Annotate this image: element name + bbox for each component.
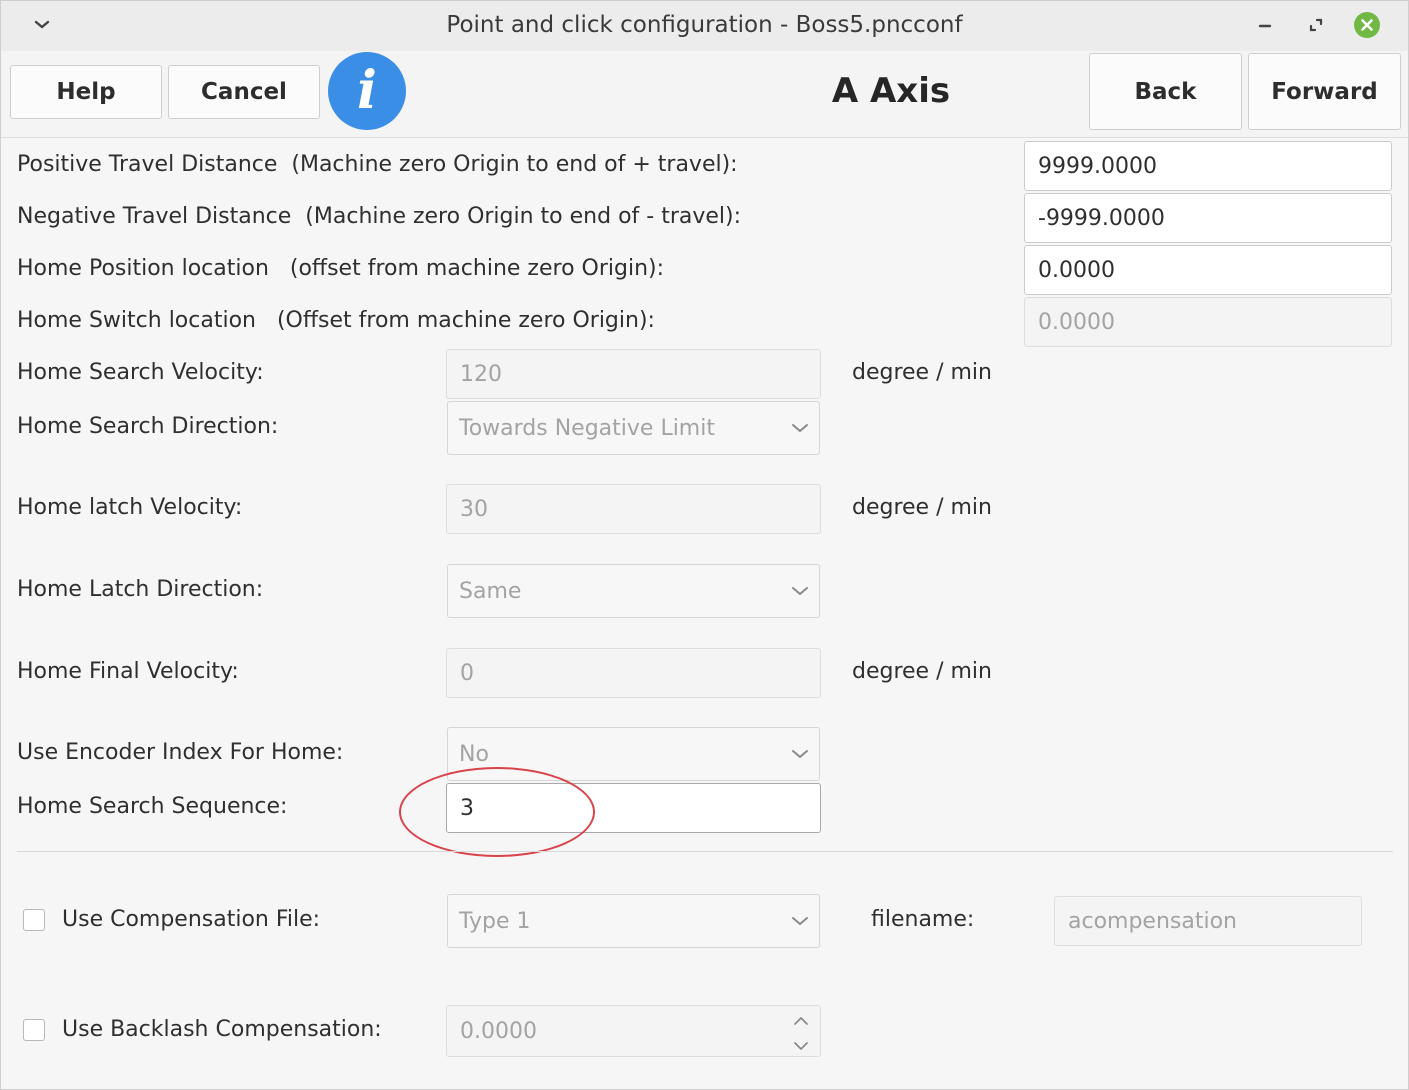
page-title: A Axis <box>831 71 951 111</box>
home-latch-direction-select[interactable]: Same <box>447 564 820 618</box>
negative-travel-input[interactable]: -9999.0000 <box>1024 193 1392 243</box>
use-encoder-index-select[interactable]: No <box>447 727 820 781</box>
filename-input[interactable]: acompensation <box>1054 896 1362 946</box>
use-compensation-file-checkbox[interactable] <box>23 909 45 931</box>
home-final-velocity-label: Home Final Velocity: <box>17 659 239 684</box>
home-latch-direction-label: Home Latch Direction: <box>17 577 264 602</box>
use-backlash-compensation-checkbox[interactable] <box>23 1019 45 1041</box>
home-final-velocity-unit: degree / min <box>852 659 992 684</box>
spin-arrows-icon[interactable] <box>792 1010 810 1056</box>
home-search-velocity-label: Home Search Velocity: <box>17 360 264 385</box>
info-button[interactable]: i <box>328 52 406 130</box>
use-encoder-index-label: Use Encoder Index For Home: <box>17 740 344 765</box>
use-compensation-file-label: Use Compensation File: <box>62 907 321 932</box>
compensation-type-select[interactable]: Type 1 <box>447 894 820 948</box>
home-latch-velocity-unit: degree / min <box>852 495 992 520</box>
chevron-down-icon <box>792 424 808 432</box>
help-button[interactable]: Help <box>10 65 162 119</box>
compensation-type-value: Type 1 <box>459 908 531 934</box>
home-latch-velocity-input[interactable]: 30 <box>446 484 821 534</box>
info-icon: i <box>357 60 377 121</box>
home-search-velocity-input[interactable]: 120 <box>446 349 821 399</box>
home-latch-velocity-label: Home latch Velocity: <box>17 495 243 520</box>
forward-button[interactable]: Forward <box>1248 53 1401 130</box>
maximize-icon[interactable] <box>1302 11 1330 39</box>
chevron-down-icon <box>792 750 808 758</box>
minimize-icon[interactable] <box>1251 11 1279 39</box>
window-title: Point and click configuration - Boss5.pn… <box>446 12 963 38</box>
home-final-velocity-input[interactable]: 0 <box>446 648 821 698</box>
use-encoder-index-value: No <box>459 741 489 767</box>
home-search-direction-value: Towards Negative Limit <box>459 415 715 441</box>
separator <box>17 851 1393 852</box>
home-search-direction-label: Home Search Direction: <box>17 414 279 439</box>
title-bar: Point and click configuration - Boss5.pn… <box>1 1 1408 52</box>
negative-travel-label: Negative Travel Distance (Machine zero O… <box>17 204 742 229</box>
home-latch-direction-value: Same <box>459 578 522 604</box>
toolbar: Help Cancel i A Axis Back Forward <box>1 51 1408 138</box>
home-search-direction-select[interactable]: Towards Negative Limit <box>447 401 820 455</box>
use-backlash-compensation-label: Use Backlash Compensation: <box>62 1017 382 1042</box>
back-button[interactable]: Back <box>1089 53 1242 130</box>
backlash-spin-input[interactable]: 0.0000 <box>446 1005 821 1057</box>
cancel-button[interactable]: Cancel <box>168 65 320 119</box>
home-search-sequence-input[interactable]: 3 <box>446 783 821 833</box>
home-switch-label: Home Switch location (Offset from machin… <box>17 308 655 333</box>
home-position-input[interactable]: 0.0000 <box>1024 245 1392 295</box>
backlash-value: 0.0000 <box>460 1018 537 1044</box>
chevron-down-icon <box>792 917 808 925</box>
home-switch-input[interactable]: 0.0000 <box>1024 297 1392 347</box>
close-icon[interactable] <box>1353 11 1381 39</box>
main-window: Point and click configuration - Boss5.pn… <box>0 0 1409 1090</box>
positive-travel-label: Positive Travel Distance (Machine zero O… <box>17 152 738 177</box>
positive-travel-input[interactable]: 9999.0000 <box>1024 141 1392 191</box>
home-search-velocity-unit: degree / min <box>852 360 992 385</box>
chevron-down-icon <box>792 587 808 595</box>
home-search-sequence-label: Home Search Sequence: <box>17 794 288 819</box>
home-position-label: Home Position location (offset from mach… <box>17 256 665 281</box>
filename-label: filename: <box>871 907 975 932</box>
